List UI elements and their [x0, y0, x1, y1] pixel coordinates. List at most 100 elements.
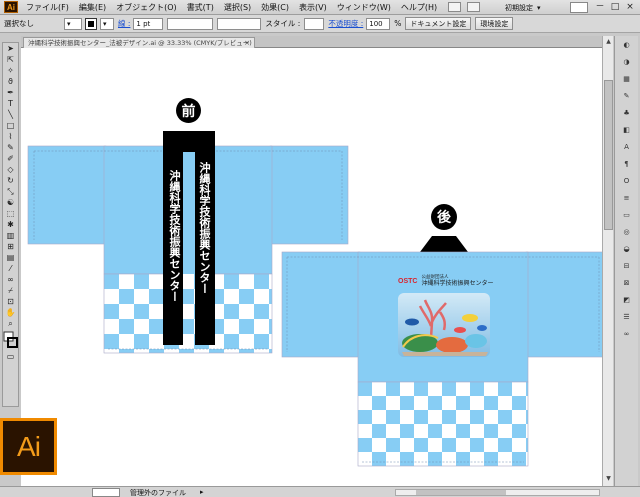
- brushes-panel-icon[interactable]: ✎: [621, 91, 633, 100]
- blend-tool-icon[interactable]: ∞: [3, 274, 18, 285]
- paintbrush-tool-icon[interactable]: ⌇: [3, 131, 18, 142]
- scale-tool-icon[interactable]: ⤡: [3, 186, 18, 197]
- scroll-thumb[interactable]: [604, 80, 613, 230]
- workspace-switcher[interactable]: 初期設定 ▾: [505, 2, 557, 13]
- magic-wand-tool-icon[interactable]: ✧: [3, 65, 18, 76]
- pencil-tool-icon[interactable]: ✎: [3, 142, 18, 153]
- maximize-button[interactable]: □: [608, 1, 622, 13]
- back-logo-mark: OSTC: [398, 277, 418, 285]
- transform-panel-icon[interactable]: ⊠: [621, 278, 633, 287]
- rotate-tool-icon[interactable]: ↻: [3, 175, 18, 186]
- appearance-panel-icon[interactable]: ◒: [621, 244, 633, 253]
- graphic-style-dropdown[interactable]: [304, 17, 325, 30]
- stroke-panel-icon[interactable]: ≡: [621, 193, 633, 202]
- opacity-field[interactable]: 100: [366, 17, 391, 30]
- layers-panel-icon[interactable]: ☰: [621, 312, 633, 321]
- eyedropper-tool-icon[interactable]: ⁄: [3, 263, 18, 274]
- menu-effect[interactable]: 効果(C): [256, 2, 294, 13]
- status-text[interactable]: 管理外のファイル: [130, 488, 186, 497]
- symbols-panel-icon[interactable]: ♣: [621, 108, 633, 117]
- workspace-label: 初期設定: [505, 3, 533, 12]
- gradient-tool-icon[interactable]: ▤: [3, 252, 18, 263]
- menu-edit[interactable]: 編集(E): [74, 2, 111, 13]
- warp-tool-icon[interactable]: ☯: [3, 197, 18, 208]
- opentype-panel-icon[interactable]: O: [621, 176, 633, 185]
- paragraph-panel-icon[interactable]: ¶: [621, 159, 633, 168]
- screen-mode-icon[interactable]: ▭: [3, 351, 18, 362]
- close-icon[interactable]: ×: [244, 38, 250, 48]
- links-panel-icon[interactable]: ∞: [621, 329, 633, 338]
- mesh-tool-icon[interactable]: ⊞: [3, 241, 18, 252]
- illustrator-logo: Ai: [0, 418, 57, 475]
- align-panel-icon[interactable]: ⊟: [621, 261, 633, 270]
- arrange-documents-icon[interactable]: [467, 2, 481, 12]
- pen-tool-icon[interactable]: ✒: [3, 87, 18, 98]
- direct-selection-tool-icon[interactable]: ⇱: [3, 54, 18, 65]
- fill-stroke-swatch-graphic: [3, 331, 18, 348]
- bridge-icon[interactable]: [448, 2, 462, 12]
- character-panel-icon[interactable]: A: [621, 142, 633, 151]
- menu-view[interactable]: 表示(V): [294, 2, 332, 13]
- variable-width-dropdown[interactable]: [167, 17, 214, 30]
- chevron-down-icon: ▾: [103, 19, 107, 28]
- artboard-canvas[interactable]: [21, 48, 602, 486]
- fill-stroke-swatch-icon[interactable]: [3, 329, 18, 351]
- pathfinder-panel-icon[interactable]: ◩: [621, 295, 633, 304]
- type-tool-icon[interactable]: T: [3, 98, 18, 109]
- horizontal-scroll-thumb[interactable]: [416, 490, 506, 495]
- stroke-weight-value: 1 pt: [136, 19, 151, 28]
- minimize-button[interactable]: －: [593, 1, 607, 13]
- graphic-styles-panel-icon[interactable]: ◧: [621, 125, 633, 134]
- chevron-down-icon: ▾: [537, 3, 541, 12]
- swatches-panel-icon[interactable]: ▦: [621, 74, 633, 83]
- selection-status: 選択なし: [4, 19, 34, 28]
- vertical-scrollbar[interactable]: ▲ ▼: [602, 36, 613, 486]
- hand-tool-icon[interactable]: ✋: [3, 307, 18, 318]
- scroll-down-icon[interactable]: ▼: [604, 474, 613, 483]
- stroke-color-dropdown[interactable]: ▾: [100, 17, 114, 30]
- color-guide-panel-icon[interactable]: ◑: [621, 57, 633, 66]
- horizontal-scrollbar[interactable]: [395, 489, 600, 496]
- artboard-tool-icon[interactable]: ⊡: [3, 296, 18, 307]
- menu-select[interactable]: 選択(S): [219, 2, 256, 13]
- app-logo: Ai: [4, 1, 18, 13]
- stroke-label[interactable]: 線 :: [118, 18, 130, 29]
- status-bar: 管理外のファイル ▸: [0, 486, 640, 497]
- lasso-tool-icon[interactable]: ϑ: [3, 76, 18, 87]
- menu-file[interactable]: ファイル(F): [21, 2, 74, 13]
- menu-help[interactable]: ヘルプ(H): [396, 2, 442, 13]
- eraser-tool-icon[interactable]: ◇: [3, 164, 18, 175]
- search-input[interactable]: [570, 2, 588, 13]
- zoom-field[interactable]: [92, 488, 120, 497]
- line-tool-icon[interactable]: ╲: [3, 109, 18, 120]
- menu-type[interactable]: 書式(T): [182, 2, 219, 13]
- stroke-weight-field[interactable]: 1 pt: [133, 17, 164, 30]
- graph-tool-icon[interactable]: ▥: [3, 230, 18, 241]
- zoom-tool-icon[interactable]: ⌕: [3, 318, 18, 329]
- color-panel-icon[interactable]: ◐: [621, 40, 633, 49]
- preferences-button[interactable]: 環境設定: [475, 17, 514, 30]
- document-tab[interactable]: 沖縄科学技術振興センター_法被デザイン.ai @ 33.33% (CMYK/プレ…: [23, 37, 255, 48]
- slice-tool-icon[interactable]: ⌿: [3, 285, 18, 296]
- symbol-sprayer-tool-icon[interactable]: ✱: [3, 219, 18, 230]
- menu-object[interactable]: オブジェクト(O): [111, 2, 182, 13]
- gradient-panel-icon[interactable]: ▭: [621, 210, 633, 219]
- panel-dock: ◐ ◑ ▦ ✎ ♣ ◧ A ¶ O ≡ ▭ ◎ ◒ ⊟ ⊠ ◩ ☰ ∞: [614, 36, 638, 486]
- blob-brush-tool-icon[interactable]: ✐: [3, 153, 18, 164]
- close-button[interactable]: ×: [623, 1, 637, 13]
- document-setup-button[interactable]: ドキュメント設定: [405, 17, 472, 30]
- document-tab-title: 沖縄科学技術振興センター_法被デザイン.ai @ 33.33% (CMYK/プレ…: [28, 39, 252, 47]
- brush-definition-dropdown[interactable]: [217, 17, 262, 30]
- opacity-label[interactable]: 不透明度 :: [328, 18, 363, 29]
- fill-dropdown[interactable]: ▾: [64, 17, 82, 30]
- free-transform-tool-icon[interactable]: ⬚: [3, 208, 18, 219]
- transparency-panel-icon[interactable]: ◎: [621, 227, 633, 236]
- back-label-circle: 後: [431, 204, 457, 230]
- scroll-up-icon[interactable]: ▲: [604, 37, 613, 46]
- menu-window[interactable]: ウィンドウ(W): [332, 2, 396, 13]
- chevron-right-icon[interactable]: ▸: [200, 488, 204, 496]
- back-logo-name: 沖縄科学技術振興センター: [421, 280, 494, 287]
- rectangle-tool-icon[interactable]: □: [3, 120, 18, 131]
- selection-tool-icon[interactable]: ➤: [3, 43, 18, 54]
- stroke-swatch[interactable]: [85, 17, 97, 30]
